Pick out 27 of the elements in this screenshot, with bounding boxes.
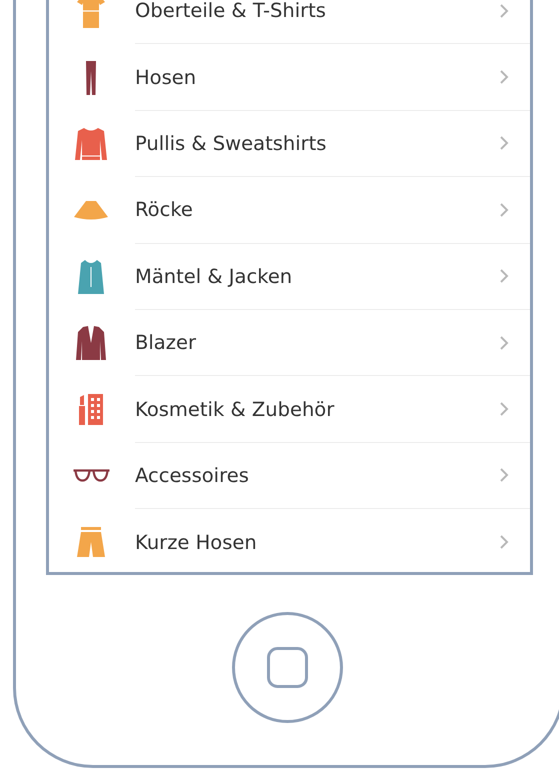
category-item[interactable]: Röcke [49, 177, 530, 244]
chevron-icon [498, 400, 510, 418]
chevron-icon [498, 533, 510, 552]
sweater-icon [74, 126, 108, 161]
square-icon [266, 647, 308, 688]
chevron-icon [498, 68, 510, 86]
blazer-icon [75, 325, 107, 362]
trousers-icon [85, 60, 97, 96]
chevron-icon [498, 466, 510, 484]
dress-icon [77, 258, 105, 295]
chevron-icon [498, 2, 510, 20]
category-item[interactable]: Pullis & Sweatshirts [49, 110, 530, 178]
category-item[interactable]: Kosmetik & Zubehör [49, 376, 530, 443]
category-item[interactable]: Accessoires [49, 442, 530, 510]
shorts-icon [76, 526, 106, 558]
glasses-icon [72, 469, 110, 482]
chevron-icon [498, 267, 510, 286]
chevron-icon [498, 200, 510, 219]
chevron-icon [498, 334, 510, 352]
category-item[interactable]: Kurze Hosen [49, 509, 530, 576]
cosmetics-icon [78, 393, 104, 426]
category-item[interactable]: Mäntel & Jacken [49, 244, 530, 310]
category-item[interactable]: Oberteile & T-Shirts [49, 0, 530, 44]
category-item[interactable]: Blazer [49, 310, 530, 376]
skirt-icon [73, 200, 109, 221]
category-item[interactable]: Hosen [49, 44, 530, 111]
chevron-icon [498, 134, 510, 152]
